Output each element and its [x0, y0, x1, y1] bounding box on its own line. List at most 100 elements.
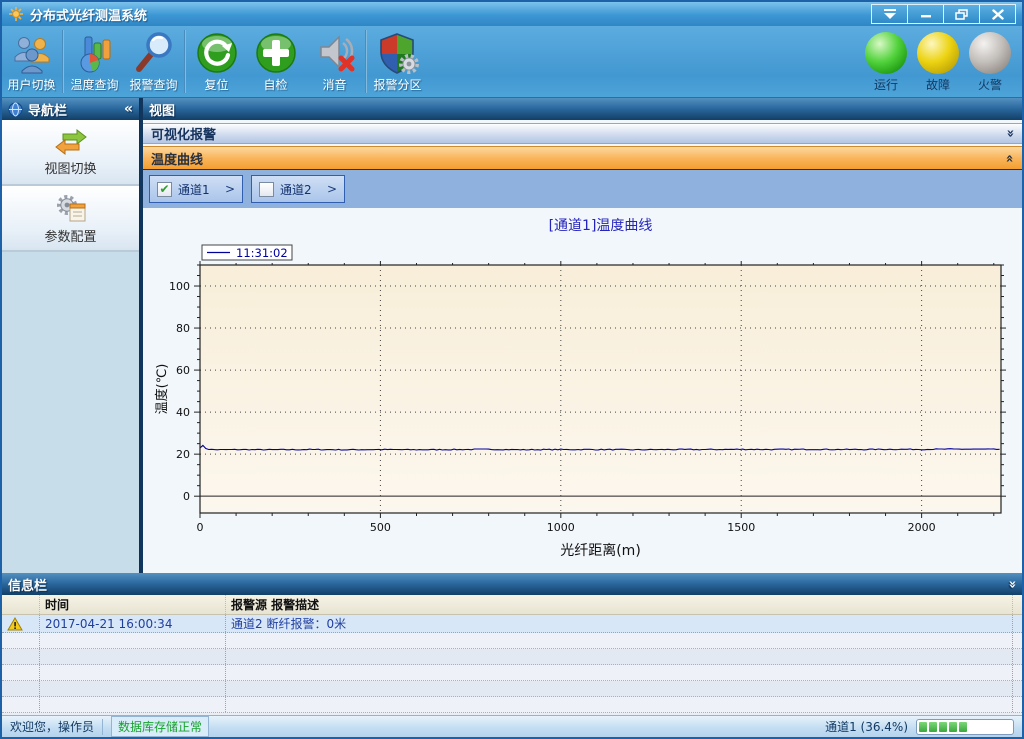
empty-table-row	[2, 697, 1022, 713]
minimize-icon	[920, 9, 932, 19]
status-light-label: 故障	[926, 76, 950, 93]
channel-1-button[interactable]: ✔ 通道1 >	[149, 175, 243, 203]
restore-button[interactable]	[943, 4, 980, 24]
svg-text:20: 20	[176, 448, 190, 461]
channel-1-checkbox[interactable]: ✔	[157, 182, 172, 197]
menu-button[interactable]	[871, 4, 908, 24]
temperature-curve-panel-bar[interactable]: 温度曲线 »	[143, 146, 1022, 170]
svg-text:2000: 2000	[908, 521, 936, 534]
alarm-query-button[interactable]: 报警查询	[124, 26, 183, 97]
sidebar-item-label: 参数配置	[44, 226, 96, 245]
toolbar-label: 温度查询	[70, 76, 118, 93]
close-button[interactable]	[979, 4, 1016, 24]
svg-text:[通道1]温度曲线: [通道1]温度曲线	[549, 218, 653, 234]
settings-notepad-icon	[53, 192, 89, 224]
navigation-sidebar: 导航栏 « 视图切换 参数配置	[2, 98, 140, 573]
channel-2-checkbox[interactable]	[259, 182, 274, 197]
empty-table-row	[2, 665, 1022, 681]
svg-text:温度(℃): 温度(℃)	[154, 364, 170, 415]
expand-chevron-icon[interactable]: »	[1003, 129, 1016, 137]
sidebar-item-view-switch[interactable]: 视图切换	[2, 120, 139, 186]
channel-expand-arrow[interactable]: >	[225, 182, 235, 196]
window-title: 分布式光纤测温系统	[30, 5, 147, 24]
self-check-icon	[254, 31, 298, 75]
channel-toolbar: ✔ 通道1 > 通道2 >	[143, 170, 1022, 208]
sidebar-header: 导航栏 «	[2, 98, 139, 120]
toolbar-label: 复位	[204, 76, 228, 93]
view-header: 视图	[143, 98, 1022, 120]
user-switch-button[interactable]: 用户切换	[2, 26, 61, 97]
channel-expand-arrow[interactable]: >	[327, 182, 337, 196]
reset-button[interactable]: 复位	[187, 26, 246, 97]
empty-table-row	[2, 681, 1022, 697]
empty-table-row	[2, 649, 1022, 665]
temperature-query-button[interactable]: 温度查询	[65, 26, 124, 97]
alarm-table-header: 时间 报警源 报警描述	[2, 595, 1022, 615]
svg-text:1500: 1500	[727, 521, 755, 534]
icon-column-header	[2, 595, 39, 614]
progress-bar	[916, 719, 1014, 735]
toolbar-label: 报警查询	[129, 76, 177, 93]
toolbar-separator	[62, 30, 64, 93]
alarm-table: 时间 报警源 报警描述 2017-04-21 16:00:34 通道2 断纤报警…	[2, 595, 1022, 715]
info-bar: 信息栏 » 时间 报警源 报警描述 2017-04-21 16:00:34 通道…	[2, 573, 1022, 715]
toolbar-label: 自检	[263, 76, 287, 93]
content-area: 导航栏 « 视图切换 参数配置 视图 可视化报警 »	[2, 98, 1022, 573]
progress-block	[939, 722, 947, 732]
sidebar-item-label: 视图切换	[44, 158, 96, 177]
channel-2-button[interactable]: 通道2 >	[251, 175, 345, 203]
toolbar-label: 用户切换	[7, 76, 55, 93]
progress-block	[949, 722, 957, 732]
progress-block	[929, 722, 937, 732]
channel-label: 通道1	[178, 181, 210, 198]
sidebar-title: 导航栏	[28, 100, 67, 119]
db-status-badge: 数据库存储正常	[111, 716, 209, 737]
mute-button[interactable]: 消音	[305, 26, 364, 97]
globe-icon	[8, 102, 23, 117]
self-check-button[interactable]: 自检	[246, 26, 305, 97]
toolbar-label: 消音	[322, 76, 346, 93]
app-logo-icon	[8, 6, 24, 22]
svg-text:60: 60	[176, 364, 190, 377]
status-light-running: 运行	[860, 26, 912, 97]
info-bar-title: 信息栏	[8, 575, 47, 594]
svg-text:光纤距离(m): 光纤距离(m)	[560, 542, 641, 559]
alarm-description: 通道2 断纤报警：0米	[225, 615, 1012, 632]
welcome-text: 欢迎您，操作员	[10, 718, 94, 735]
view-panel: 视图 可视化报警 » 温度曲线 » ✔ 通道1 > 通道2 >	[143, 98, 1022, 573]
svg-text:500: 500	[370, 521, 391, 534]
sidebar-collapse-button[interactable]: «	[124, 101, 133, 117]
status-light-label: 运行	[874, 76, 898, 93]
toolbar-separator	[184, 30, 186, 93]
status-lights: 运行 故障 火警	[860, 26, 1022, 97]
svg-text:0: 0	[183, 490, 190, 503]
alarm-table-row[interactable]: 2017-04-21 16:00:34 通道2 断纤报警：0米	[2, 615, 1022, 633]
svg-text:1000: 1000	[547, 521, 575, 534]
restore-icon	[955, 9, 968, 20]
sidebar-item-parameter-config[interactable]: 参数配置	[2, 186, 139, 252]
progress-block	[919, 722, 927, 732]
status-bar: 欢迎您，操作员 数据库存储正常 通道1 (36.4%)	[2, 715, 1022, 737]
fire-light-icon	[969, 32, 1011, 74]
mute-icon	[313, 31, 357, 75]
minimize-button[interactable]	[907, 4, 944, 24]
collapse-chevron-icon[interactable]: »	[1003, 154, 1016, 162]
alarm-zone-button[interactable]: 报警分区	[368, 26, 427, 97]
svg-text:80: 80	[176, 322, 190, 335]
channel-label: 通道2	[280, 181, 312, 198]
view-title: 视图	[149, 100, 175, 119]
toolbar-label: 报警分区	[373, 76, 421, 93]
time-column-header: 时间	[39, 595, 225, 614]
switch-arrows-icon	[53, 128, 89, 156]
window-controls	[872, 4, 1016, 24]
svg-text:100: 100	[169, 280, 190, 293]
temperature-chart: 0204060801000500100015002000温度(℃)光纤距离(m)…	[143, 208, 1022, 577]
sidebar-body: 视图切换 参数配置	[2, 120, 139, 573]
close-icon	[992, 9, 1004, 20]
channel-progress: 通道1 (36.4%)	[825, 718, 1014, 735]
info-collapse-chevron-icon[interactable]: »	[1005, 580, 1018, 588]
temperature-chart-icon	[73, 31, 117, 75]
visual-alarm-panel-bar[interactable]: 可视化报警 »	[143, 123, 1022, 144]
reset-icon	[195, 31, 239, 75]
chart-area: 0204060801000500100015002000温度(℃)光纤距离(m)…	[143, 208, 1022, 573]
